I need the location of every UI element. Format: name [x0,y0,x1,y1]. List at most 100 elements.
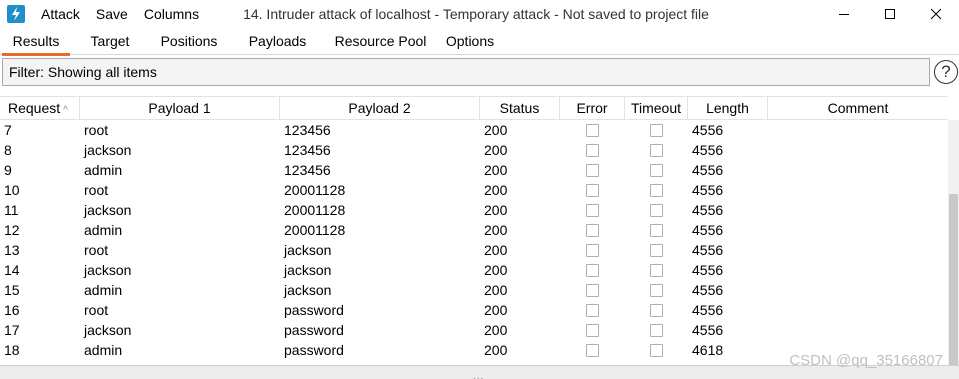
cell-payload2: jackson [284,282,332,298]
cell-request: 14 [4,262,20,278]
column-header-error[interactable]: Error [560,97,625,120]
menu-attack[interactable]: Attack [33,0,88,28]
error-checkbox [586,283,599,297]
tab-resource-pool[interactable]: Resource Pool [325,28,436,55]
maximize-button[interactable] [867,0,913,28]
column-header-payload2[interactable]: Payload 2 [280,97,480,120]
cell-payload2: password [284,302,344,318]
table-row[interactable]: 13 root jackson 200 4556 [0,240,948,260]
error-checkbox [586,223,599,237]
cell-length: 4556 [692,122,724,138]
cell-timeout [625,180,688,200]
table-row[interactable]: 8 jackson 123456 200 4556 [0,140,948,160]
timeout-checkbox [650,243,663,257]
tab-results[interactable]: Results [0,28,72,56]
cell-payload1: admin [84,342,123,358]
cell-length: 4556 [692,322,724,338]
cell-length: 4556 [692,222,724,238]
tab-options[interactable]: Options [436,28,504,55]
column-header-length[interactable]: Length [688,97,768,120]
column-header-timeout[interactable]: Timeout [625,97,688,120]
cell-comment [768,120,948,140]
menu-columns[interactable]: Columns [136,0,207,28]
tab-target[interactable]: Target [72,28,148,55]
cell-comment [768,200,948,220]
table-row[interactable]: 15 admin jackson 200 4556 [0,280,948,300]
table-row[interactable]: 14 jackson jackson 200 4556 [0,260,948,280]
cell-comment [768,280,948,300]
cell-comment [768,240,948,260]
filter-bar[interactable]: Filter: Showing all items [2,58,930,86]
cell-error [560,320,625,340]
minimize-button[interactable] [821,0,867,28]
cell-payload1: root [84,182,109,198]
timeout-checkbox [650,143,663,157]
cell-timeout [625,280,688,300]
column-header-payload1[interactable]: Payload 1 [80,97,280,120]
cell-length: 4556 [692,242,724,258]
scrollbar-thumb[interactable] [949,194,958,366]
column-header-request[interactable]: Request ^ [0,97,80,120]
cell-status: 200 [484,242,508,258]
error-checkbox [586,143,599,157]
table-row[interactable]: 9 admin 123456 200 4556 [0,160,948,180]
table-row[interactable]: 12 admin 20001128 200 4556 [0,220,948,240]
timeout-checkbox [650,163,663,177]
cell-error [560,160,625,180]
cell-payload2: 20001128 [284,182,346,198]
cell-comment [768,320,948,340]
cell-payload1: jackson [84,322,132,338]
cell-request: 7 [4,122,12,138]
cell-payload2: jackson [284,262,332,278]
cell-timeout [625,160,688,180]
cell-request: 13 [4,242,20,258]
timeout-checkbox [650,203,663,217]
cell-request: 15 [4,282,20,298]
cell-payload2: password [284,322,344,338]
cell-payload2: 20001128 [284,222,346,238]
error-checkbox [586,203,599,217]
table-row[interactable]: 17 jackson password 200 4556 [0,320,948,340]
cell-status: 200 [484,282,508,298]
vertical-scrollbar[interactable] [948,120,959,370]
close-button[interactable] [913,0,959,28]
cell-length: 4556 [692,142,724,158]
table-row[interactable]: 10 root 20001128 200 4556 [0,180,948,200]
cell-comment [768,140,948,160]
timeout-checkbox [650,323,663,337]
cell-error [560,220,625,240]
window-title: 14. Intruder attack of localhost - Tempo… [243,6,709,22]
cell-request: 8 [4,142,12,158]
cell-error [560,340,625,360]
cell-payload1: admin [84,222,123,238]
cell-request: 10 [4,182,20,198]
cell-error [560,240,625,260]
timeout-checkbox [650,263,663,277]
table-row[interactable]: 11 jackson 20001128 200 4556 [0,200,948,220]
cell-length: 4556 [692,202,724,218]
cell-payload1: admin [84,282,123,298]
close-icon [930,8,942,20]
column-header-status[interactable]: Status [480,97,560,120]
cell-error [560,260,625,280]
timeout-checkbox [650,183,663,197]
cell-status: 200 [484,142,508,158]
menu-save[interactable]: Save [88,0,136,28]
cell-length: 4556 [692,282,724,298]
cell-error [560,280,625,300]
help-icon[interactable]: ? [934,60,958,84]
cell-request: 9 [4,162,12,178]
cell-comment [768,180,948,200]
menu-bar: Attack Save Columns [33,0,207,28]
table-row[interactable]: 7 root 123456 200 4556 [0,120,948,140]
table-row[interactable]: 16 root password 200 4556 [0,300,948,320]
tab-payloads[interactable]: Payloads [230,28,325,55]
column-header-comment[interactable]: Comment [768,97,948,120]
cell-status: 200 [484,262,508,278]
tab-positions[interactable]: Positions [148,28,230,55]
table-body: 7 root 123456 200 4556 8 jackson 123456 200 4556 9… [0,120,948,360]
resize-grip-icon[interactable]: ... [473,372,484,379]
cell-comment [768,220,948,240]
error-checkbox [586,263,599,277]
cell-payload1: jackson [84,142,132,158]
